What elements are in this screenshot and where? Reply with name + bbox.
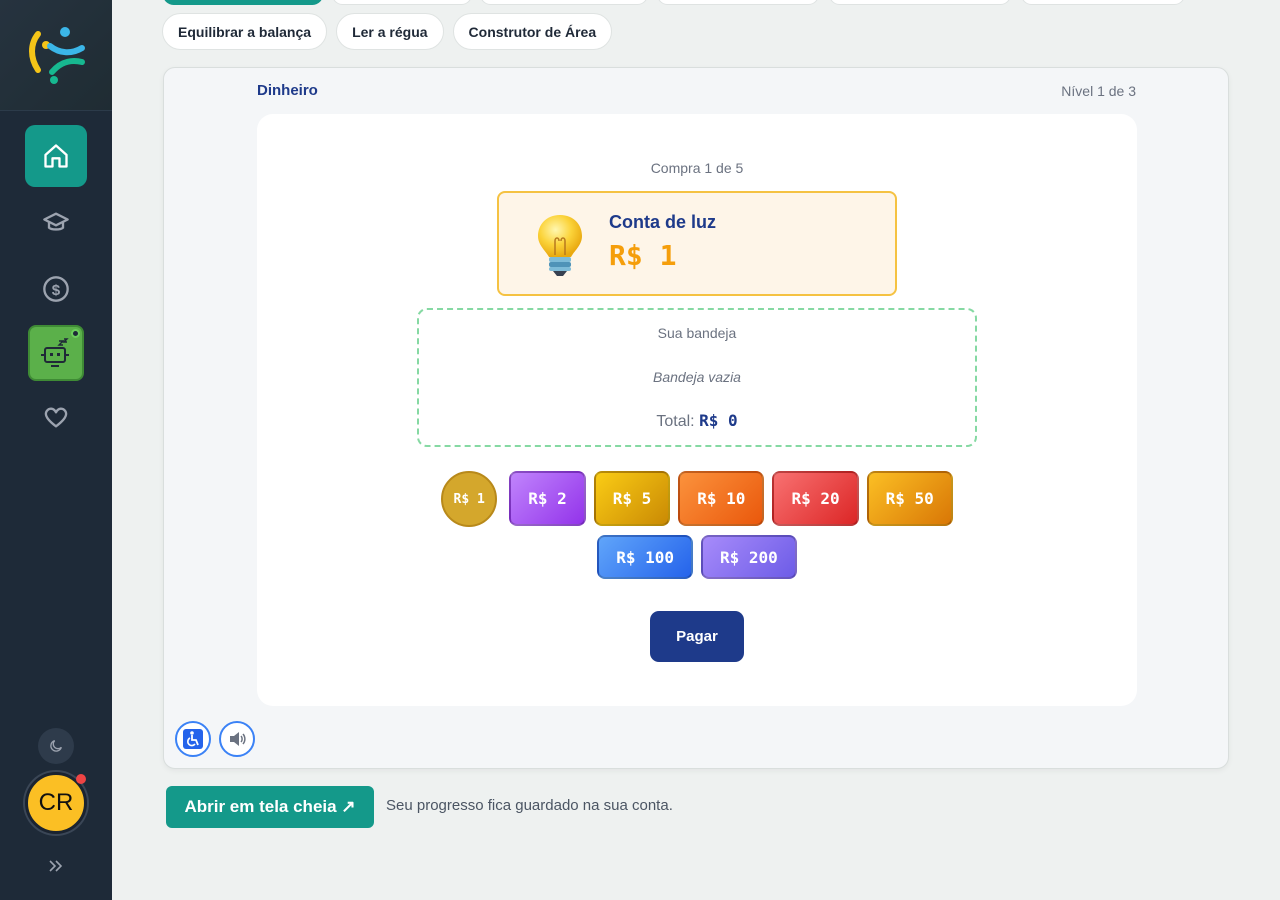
sound-button[interactable]	[219, 721, 255, 757]
note-2-reais[interactable]: R$ 2	[509, 471, 586, 526]
tray-total-value: R$ 0	[699, 411, 738, 430]
lightbulb-icon	[538, 215, 582, 276]
tab-partial[interactable]	[829, 0, 1011, 5]
svg-text:$: $	[52, 282, 61, 299]
chevrons-right-icon	[49, 860, 63, 872]
sidebar-item-courses[interactable]	[25, 192, 87, 254]
avatar-notification-dot	[76, 774, 86, 784]
game-card: Compra 1 de 5 Conta de luz R$ 1 Sua band…	[257, 114, 1137, 706]
logo[interactable]	[0, 0, 112, 111]
note-100-reais[interactable]: R$ 100	[597, 535, 693, 579]
robot-icon	[41, 338, 69, 367]
sidebar: $ CR	[0, 0, 112, 900]
theme-toggle-button[interactable]	[38, 728, 74, 764]
note-20-reais[interactable]: R$ 20	[772, 471, 859, 526]
logo-icon	[29, 27, 85, 84]
bill-price: R$ 1	[609, 239, 677, 272]
tab-equilibrar-balanca[interactable]: Equilibrar a balança	[162, 13, 328, 50]
note-5-reais[interactable]: R$ 5	[593, 471, 671, 526]
tab-partial[interactable]	[657, 0, 819, 5]
tab-partial[interactable]	[480, 0, 648, 5]
accessibility-icon	[183, 729, 203, 749]
note-10-reais[interactable]: R$ 10	[678, 471, 765, 526]
sidebar-item-home[interactable]	[25, 125, 87, 187]
sidebar-item-robot[interactable]	[28, 325, 84, 381]
progress-note: Seu progresso fica guardado na sua conta…	[386, 797, 673, 814]
tray-title: Sua bandeja	[657, 325, 737, 341]
expand-sidebar-button[interactable]	[44, 856, 68, 876]
speaker-icon	[230, 732, 246, 746]
purchase-counter: Compra 1 de 5	[650, 160, 744, 176]
money-row: R$ 100 R$ 200	[257, 535, 1137, 579]
game-title: Dinheiro	[257, 82, 318, 99]
heart-icon	[44, 407, 68, 428]
coin-1-real[interactable]: R$ 1	[441, 471, 498, 527]
note-50-reais[interactable]: R$ 50	[866, 471, 953, 526]
tray-total: Total: R$ 0	[419, 411, 975, 431]
game-frame: Dinheiro Nível 1 de 3 Compra 1 de 5 Cont…	[163, 67, 1229, 769]
moon-icon	[50, 740, 62, 752]
graduation-cap-icon	[43, 212, 69, 231]
money-row: R$ 1 R$ 2 R$ 5 R$ 10 R$ 20 R$ 50	[257, 471, 1137, 527]
sidebar-item-finance[interactable]: $	[25, 258, 87, 320]
fullscreen-button[interactable]: Abrir em tela cheia ↗	[166, 786, 374, 828]
tab-construtor-area[interactable]: Construtor de Área	[452, 13, 613, 50]
tab-active[interactable]	[163, 0, 323, 5]
tab-partial[interactable]	[332, 0, 472, 5]
sidebar-item-favorites[interactable]	[25, 386, 87, 448]
pay-button[interactable]: Pagar	[650, 611, 744, 662]
tab-partial[interactable]	[1021, 0, 1185, 5]
level-indicator: Nível 1 de 3	[1061, 83, 1136, 99]
accessibility-button[interactable]	[175, 721, 211, 757]
bill-name: Conta de luz	[609, 212, 716, 232]
activity-tabs: Equilibrar a balança Ler a régua Constru…	[162, 13, 613, 50]
tray-total-label: Total:	[656, 413, 695, 430]
payment-tray[interactable]: Sua bandeja Bandeja vazia Total: R$ 0	[417, 308, 977, 447]
tab-ler-regua[interactable]: Ler a régua	[336, 13, 444, 50]
notification-dot	[71, 329, 80, 338]
bill-card: Conta de luz R$ 1	[497, 191, 897, 296]
note-200-reais[interactable]: R$ 200	[701, 535, 797, 579]
tray-empty-text: Bandeja vazia	[653, 369, 741, 385]
home-icon	[44, 144, 68, 168]
dollar-icon: $	[43, 276, 69, 302]
